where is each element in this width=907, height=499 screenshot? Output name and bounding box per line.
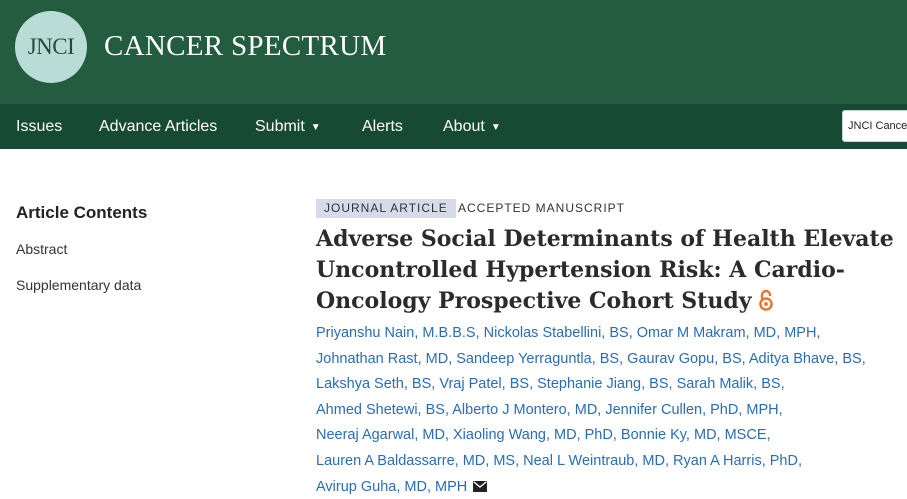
author-link[interactable]: Ryan A Harris, PhD	[673, 453, 798, 469]
envelope-icon[interactable]	[473, 476, 488, 499]
nav-item-advance-articles[interactable]: Advance Articles	[99, 104, 217, 149]
article-type-badge: JOURNAL ARTICLE	[316, 199, 456, 218]
author-link[interactable]: Gaurav Gopu, BS	[627, 351, 741, 367]
nav-item-label: Advance Articles	[99, 118, 218, 135]
article-contents-heading: Article Contents	[16, 203, 148, 222]
nav-item-label: Alerts	[362, 118, 403, 135]
article-title-text: Adverse Social Determinants of Health El…	[316, 226, 894, 314]
author-link[interactable]: Sandeep Yerraguntla, BS	[456, 351, 619, 367]
author-link[interactable]: Johnathan Rast, MD	[316, 351, 448, 367]
site-header: JNCI CANCER SPECTRUM	[0, 0, 907, 104]
chevron-down-icon: ▼	[490, 122, 501, 133]
sidebar-link-abstract[interactable]: Abstract	[16, 241, 67, 257]
author-link[interactable]: Neeraj Agarwal, MD	[316, 427, 445, 443]
manuscript-status-badge: ACCEPTED MANUSCRIPT	[458, 201, 626, 215]
journal-brand-name[interactable]: CANCER SPECTRUM	[104, 30, 386, 63]
author-link[interactable]: Stephanie Jiang, BS	[537, 376, 668, 392]
author-link[interactable]: Nickolas Stabellini, BS	[484, 325, 629, 341]
author-link[interactable]: Alberto J Montero, MD	[452, 402, 597, 418]
chevron-down-icon: ▼	[310, 122, 321, 133]
nav-item-about[interactable]: About ▼	[443, 104, 501, 149]
author-link[interactable]: Vraj Patel, BS	[439, 376, 529, 392]
open-access-lock-icon	[758, 289, 774, 320]
author-link[interactable]: Ahmed Shetewi, BS	[316, 402, 445, 418]
author-link[interactable]: Sarah Malik, BS	[677, 376, 781, 392]
author-link[interactable]: Avirup Guha, MD, MPH	[316, 479, 467, 495]
author-link[interactable]: Lauren A Baldassarre, MD, MS	[316, 453, 515, 469]
author-link[interactable]: Neal L Weintraub, MD	[523, 453, 665, 469]
author-link[interactable]: Jennifer Cullen, PhD, MPH	[605, 402, 778, 418]
author-link[interactable]: Bonnie Ky, MD, MSCE	[621, 427, 767, 443]
sidebar-link-supplementary-data[interactable]: Supplementary data	[16, 277, 141, 293]
nav-item-alerts[interactable]: Alerts	[362, 104, 403, 149]
author-link[interactable]: Aditya Bhave, BS	[749, 351, 862, 367]
author-list: Priyanshu Nain, M.B.B.S, Nickolas Stabel…	[316, 321, 906, 499]
nav-item-label: Issues	[16, 118, 63, 135]
nav-item-submit[interactable]: Submit ▼	[255, 104, 321, 149]
nav-item-issues[interactable]: Issues	[16, 104, 62, 149]
jnci-logo[interactable]: JNCI	[15, 11, 87, 83]
article-title: Adverse Social Determinants of Health El…	[316, 224, 901, 320]
author-link[interactable]: Xiaoling Wang, MD, PhD	[453, 427, 613, 443]
search-scope-select[interactable]: JNCI Cancer Spectrum	[842, 110, 907, 142]
nav-item-label: About	[443, 118, 485, 135]
author-link[interactable]: Priyanshu Nain, M.B.B.S	[316, 325, 476, 341]
author-link[interactable]: Omar M Makram, MD, MPH	[637, 325, 817, 341]
author-link[interactable]: Lakshya Seth, BS	[316, 376, 431, 392]
main-nav: Issues Advance Articles Submit ▼ Alerts A…	[0, 104, 907, 149]
nav-item-label: Submit	[255, 118, 305, 135]
